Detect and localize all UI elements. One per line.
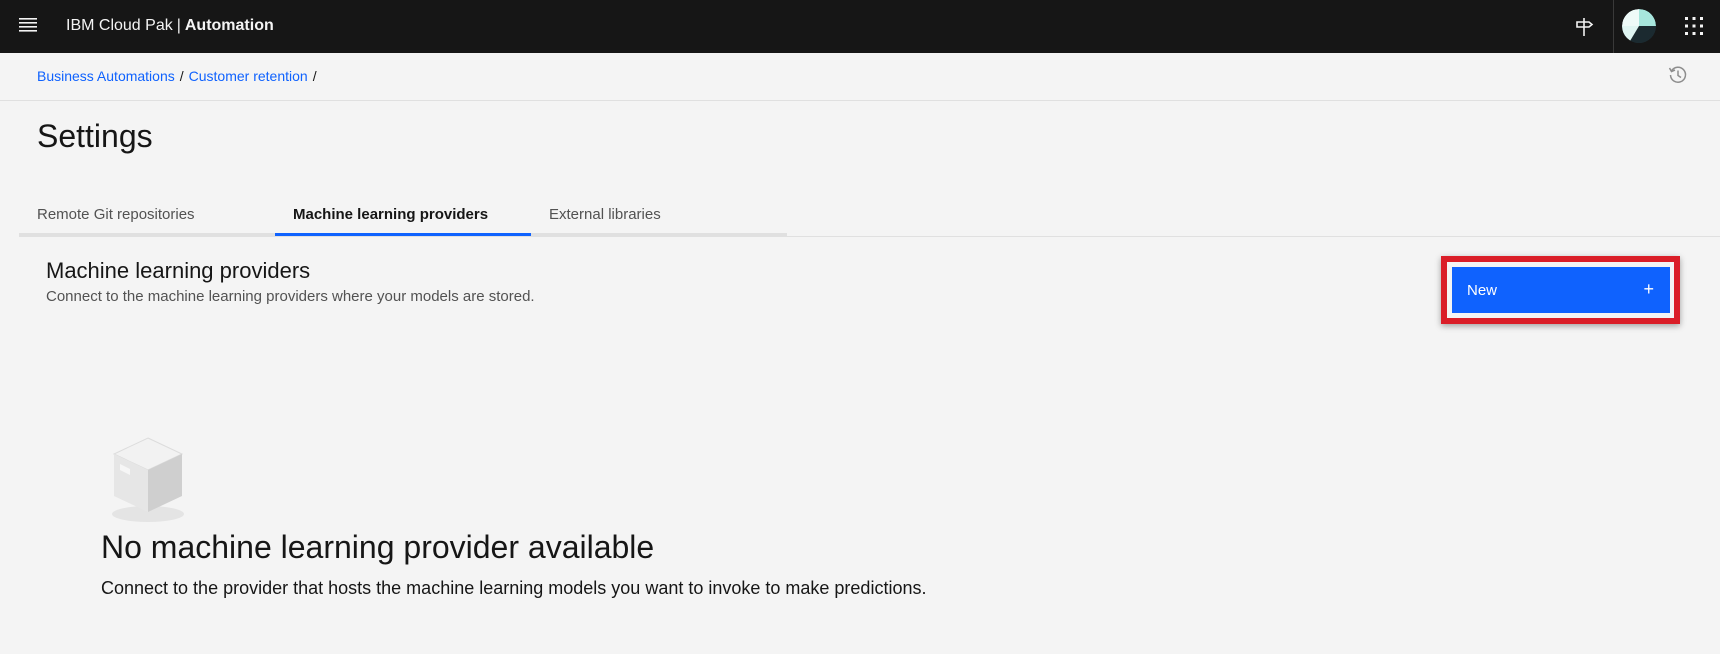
signpost-icon[interactable] [1565,8,1603,46]
breadcrumb-business-automations[interactable]: Business Automations [37,68,175,84]
product-name[interactable]: IBM Cloud Pak | Automation [66,17,274,35]
breadcrumb: Business Automations / Customer retention / [37,68,322,84]
empty-state-description: Connect to the provider that hosts the m… [101,578,927,598]
brand-separator: | [176,17,181,34]
tab-machine-learning-providers[interactable]: Machine learning providers [275,196,531,236]
tabs-divider [19,236,1720,237]
empty-state-title: No machine learning provider available [101,529,655,565]
add-icon: + [1643,279,1654,299]
tab-external-libraries[interactable]: External libraries [531,196,787,236]
empty-box-icon [108,434,188,529]
page-title: Settings [37,118,153,154]
breadcrumb-separator: / [312,68,317,84]
section-description: Connect to the machine learning provider… [46,288,535,305]
breadcrumb-separator: / [179,68,184,84]
top-header: IBM Cloud Pak | Automation [0,0,1720,53]
new-button[interactable]: New + [1452,267,1670,313]
section-title: Machine learning providers [46,258,311,283]
new-button-label: New [1467,281,1498,299]
brand-product: Automation [184,17,274,34]
history-icon[interactable] [1668,65,1692,89]
breadcrumb-customer-retention[interactable]: Customer retention [189,68,308,84]
app-switcher-icon[interactable] [1676,8,1714,46]
header-divider [1613,0,1614,53]
breadcrumb-bar: Business Automations / Customer retention / [0,53,1720,101]
brand-prefix: IBM Cloud Pak [66,17,173,34]
menu-icon[interactable] [10,8,46,44]
tab-remote-git-repositories[interactable]: Remote Git repositories [19,196,275,236]
avatar[interactable] [1622,9,1656,43]
